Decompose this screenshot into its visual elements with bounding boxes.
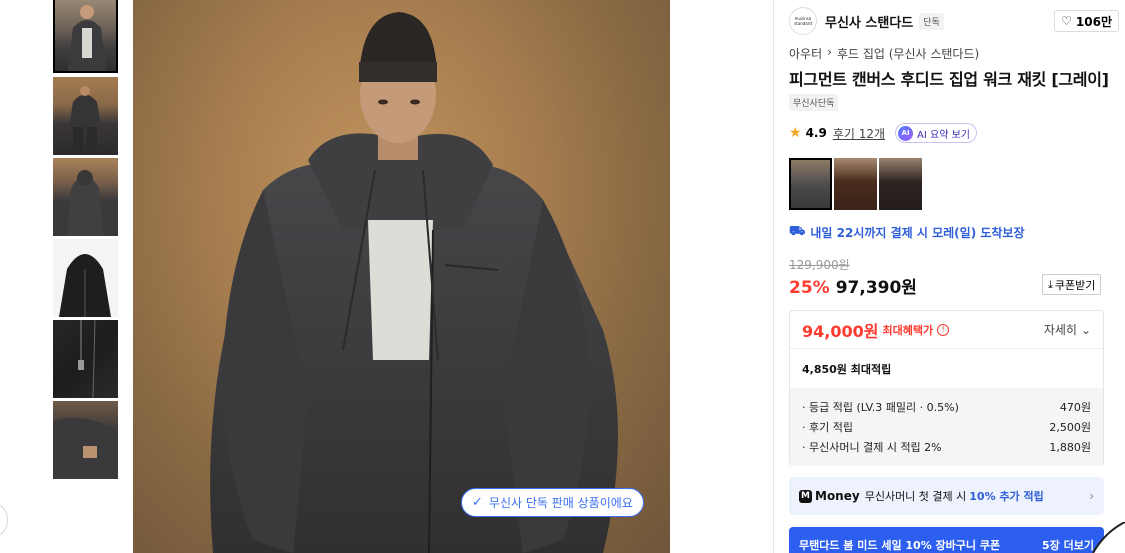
price-row: 25% 97,390원 xyxy=(789,273,917,298)
color-options xyxy=(789,158,922,210)
benefit-box: 94,000원 최대혜택가 ! 자세히 ⌄ 4,850원 최대적립 · 등급 적… xyxy=(789,310,1104,466)
money-logo-text: Money xyxy=(815,489,860,503)
heart-icon: ♡ xyxy=(1061,14,1072,28)
points-item: · 무신사머니 결제 시 적립 2% 1,880원 xyxy=(802,437,1091,457)
sale-price: 97,390원 xyxy=(835,278,917,298)
points-value: 1,880원 xyxy=(1049,441,1091,454)
rating-score: 4.9 xyxy=(805,126,827,140)
like-count: 106만 xyxy=(1075,14,1112,29)
ai-summary-label: AI 요약 보기 xyxy=(917,129,970,141)
product-info-panel: musinsa standard 무신사 스탠다드 단독 ♡ 106만 아우터 … xyxy=(773,0,1125,553)
delivery-text: 내일 22시까지 결제 시 모레(일) 도착보장 xyxy=(810,226,1025,240)
money-banner-highlight: 10% 추가 적립 xyxy=(969,490,1044,503)
points-label: · 후기 적립 xyxy=(802,421,853,434)
prev-arrow-button[interactable] xyxy=(0,502,8,538)
money-logo-mark: M xyxy=(799,489,812,503)
reviews-link[interactable]: 후기 12개 xyxy=(833,125,885,142)
thumbnail-5[interactable] xyxy=(53,320,118,398)
points-item: · 후기 적립 2,500원 xyxy=(802,417,1091,437)
thumbnail-4[interactable] xyxy=(53,239,118,317)
model-illustration xyxy=(210,12,618,553)
info-icon[interactable]: ! xyxy=(937,323,950,336)
main-product-image: ✓ 무신사 단독 판매 상품이에요 xyxy=(133,0,670,553)
thumbnail-6[interactable] xyxy=(53,401,118,479)
points-label: · 무신사머니 결제 시 적립 2% xyxy=(802,441,942,454)
check-icon: ✓ xyxy=(472,495,483,510)
thumbnail-2[interactable] xyxy=(53,77,118,155)
brand-logo-text: musinsa standard xyxy=(794,16,812,26)
original-price: 129,900원 xyxy=(789,258,850,272)
star-icon: ★ xyxy=(789,125,802,141)
sale-coupon-banner[interactable]: 무탠다드 봄 미드 세일 10% 장바구니 쿠폰 5장 더보기 xyxy=(789,527,1104,553)
thumbnail-3[interactable] xyxy=(53,158,118,236)
brand-exclusive-tag: 단독 xyxy=(919,12,944,30)
discount-rate: 25% xyxy=(789,278,830,298)
exclusive-sale-badge: ✓ 무신사 단독 판매 상품이에요 xyxy=(461,488,644,517)
chevron-down-icon: ⌄ xyxy=(1080,322,1091,337)
color-option-gray[interactable] xyxy=(789,158,832,210)
detail-toggle[interactable]: 자세히 ⌄ xyxy=(1044,321,1091,338)
color-option-brown[interactable] xyxy=(834,158,877,210)
sale-banner-text: 무탠다드 봄 미드 세일 10% 장바구니 쿠폰 xyxy=(799,539,1001,552)
points-title: 4,850원 최대적립 xyxy=(802,363,892,376)
exclusive-sale-text: 무신사 단독 판매 상품이에요 xyxy=(488,496,633,510)
coupon-button[interactable]: ⤓ 쿠폰받기 xyxy=(1042,274,1102,295)
max-benefit-row: 94,000원 최대혜택가 ! 자세히 ⌄ xyxy=(790,311,1103,349)
product-title: 피그먼트 캔버스 후디드 집업 워크 재킷 [그레이] xyxy=(789,70,1109,89)
breadcrumb-subcategory[interactable]: 후드 집업 (무신사 스탠다드) xyxy=(837,45,979,62)
breadcrumb-category[interactable]: 아우터 xyxy=(789,45,822,62)
download-icon: ⤓ xyxy=(1048,277,1053,291)
brand-logo[interactable]: musinsa standard xyxy=(789,7,817,35)
exclusive-tag: 무신사단독 xyxy=(789,94,839,111)
ai-icon: AI xyxy=(898,125,914,141)
delivery-guarantee: ⛟ 내일 22시까지 결제 시 모레(일) 도착보장 xyxy=(789,224,1025,241)
max-benefit-price: 94,000원 xyxy=(802,321,879,341)
money-banner-text: 무신사머니 첫 결제 시 xyxy=(864,490,967,503)
brand-name[interactable]: 무신사 스탠다드 xyxy=(825,12,913,31)
rating-row: ★ 4.9 후기 12개 AI AI 요약 보기 xyxy=(789,123,977,143)
brand-row: musinsa standard 무신사 스탠다드 단독 ♡ 106만 xyxy=(789,7,1119,35)
money-logo: M Money xyxy=(799,489,860,503)
points-value: 470원 xyxy=(1059,401,1091,414)
points-value: 2,500원 xyxy=(1049,421,1091,434)
chevron-right-icon: › xyxy=(827,45,832,59)
product-page: ✓ 무신사 단독 판매 상품이에요 musinsa standard 무신사 스… xyxy=(0,0,1125,553)
detail-label: 자세히 xyxy=(1043,323,1077,337)
thumbnail-1[interactable] xyxy=(53,0,118,73)
points-label: · 등급 적립 (LV.3 패밀리 · 0.5%) xyxy=(802,401,959,414)
breadcrumb: 아우터 › 후드 집업 (무신사 스탠다드) xyxy=(789,45,979,62)
points-item: · 등급 적립 (LV.3 패밀리 · 0.5%) 470원 xyxy=(802,397,1091,417)
ai-summary-button[interactable]: AI AI 요약 보기 xyxy=(895,123,977,143)
like-button[interactable]: ♡ 106만 xyxy=(1054,10,1119,32)
page-corner-decoration xyxy=(1092,522,1125,553)
musinsa-money-banner[interactable]: M Money 무신사머니 첫 결제 시 10% 추가 적립 › xyxy=(789,477,1104,515)
truck-icon: ⛟ xyxy=(789,224,806,239)
coupon-label: 쿠폰받기 xyxy=(1054,278,1096,292)
color-option-dark[interactable] xyxy=(879,158,922,210)
max-benefit-label: 최대혜택가 xyxy=(882,323,934,337)
points-list: · 등급 적립 (LV.3 패밀리 · 0.5%) 470원 · 후기 적립 2… xyxy=(790,388,1103,466)
chevron-right-icon: › xyxy=(1089,489,1094,503)
